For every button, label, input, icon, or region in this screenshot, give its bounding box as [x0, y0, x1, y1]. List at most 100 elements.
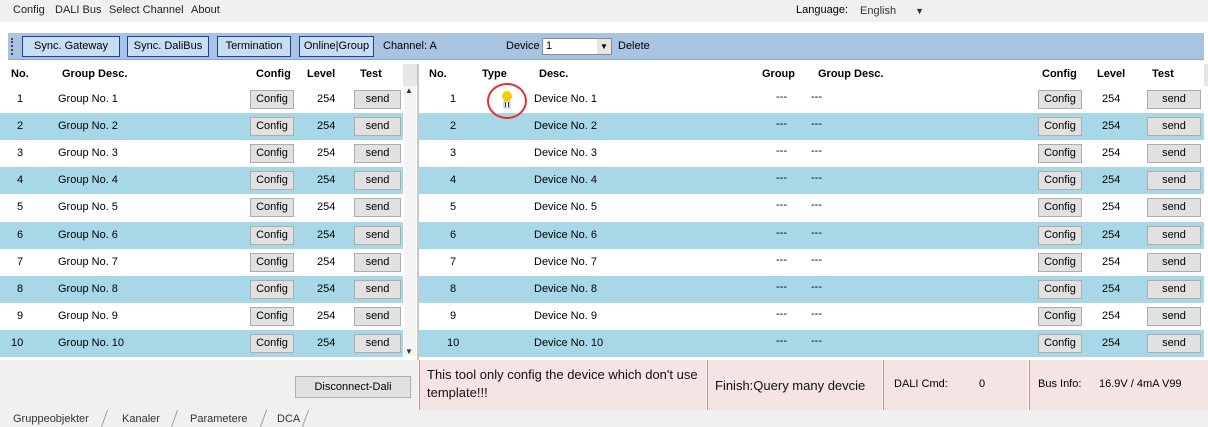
device-config-button[interactable]: Config — [1038, 171, 1082, 190]
device-table-row[interactable]: 10 Device No. 10 --- --- Config 254 send — [419, 330, 1204, 357]
device-send-button[interactable]: send — [1147, 171, 1201, 190]
device-row-desc: Device No. 6 — [534, 229, 597, 241]
tab-kanaler[interactable]: Kanaler — [122, 413, 160, 425]
device-config-button[interactable]: Config — [1038, 280, 1082, 299]
device-send-button[interactable]: send — [1147, 117, 1201, 136]
group-send-button[interactable]: send — [354, 307, 401, 326]
group-config-button[interactable]: Config — [250, 171, 294, 190]
device-send-button[interactable]: send — [1147, 253, 1201, 272]
tab-gruppeobjekter[interactable]: Gruppeobjekter — [13, 413, 89, 425]
device-send-button[interactable]: send — [1147, 307, 1201, 326]
termination-button[interactable]: Termination — [217, 36, 291, 57]
tab-separator — [100, 410, 109, 427]
group-config-button[interactable]: Config — [250, 90, 294, 109]
group-table-row[interactable]: 8 Group No. 8 Config 254 send — [0, 276, 403, 303]
group-send-button[interactable]: send — [354, 144, 401, 163]
tab-dca[interactable]: DCA — [277, 413, 300, 425]
device-table-row[interactable]: 7 Device No. 7 --- --- Config 254 send — [419, 249, 1204, 276]
group-config-button[interactable]: Config — [250, 334, 294, 353]
device-config-button[interactable]: Config — [1038, 198, 1082, 217]
delete-button[interactable]: Delete — [618, 40, 650, 52]
group-table-row[interactable]: 9 Group No. 9 Config 254 send — [0, 303, 403, 330]
finish-status: Finish:Query many devcie — [715, 378, 866, 393]
device-config-button[interactable]: Config — [1038, 226, 1082, 245]
menu-dali-bus[interactable]: DALI Bus — [55, 4, 101, 16]
group-config-button[interactable]: Config — [250, 198, 294, 217]
chevron-down-icon: ▼ — [915, 6, 924, 16]
group-table-row[interactable]: 10 Group No. 10 Config 254 send — [0, 330, 403, 357]
scroll-down-icon[interactable]: ▼ — [405, 347, 413, 356]
scroll-up-icon[interactable]: ▲ — [405, 86, 413, 95]
group-send-button[interactable]: send — [354, 198, 401, 217]
device-send-button[interactable]: send — [1147, 90, 1201, 109]
device-row-level: 254 — [1102, 120, 1121, 132]
device-table-row[interactable]: 9 Device No. 9 --- --- Config 254 send — [419, 303, 1204, 330]
menu-select-channel[interactable]: Select Channel — [109, 4, 184, 16]
group-config-button[interactable]: Config — [250, 253, 294, 272]
device-table-row[interactable]: 8 Device No. 8 --- --- Config 254 send — [419, 276, 1204, 303]
group-config-button[interactable]: Config — [250, 226, 294, 245]
group-send-button[interactable]: send — [354, 226, 401, 245]
group-table-row[interactable]: 2 Group No. 2 Config 254 send — [0, 113, 403, 140]
group-table-row[interactable]: 4 Group No. 4 Config 254 send — [0, 167, 403, 194]
device-send-button[interactable]: send — [1147, 280, 1201, 299]
device-config-button[interactable]: Config — [1038, 90, 1082, 109]
disconnect-dali-button[interactable]: Disconnect-Dali — [295, 376, 411, 398]
device-row-group-desc: --- — [811, 118, 822, 130]
group-table-row[interactable]: 7 Group No. 7 Config 254 send — [0, 249, 403, 276]
device-row-level: 254 — [1102, 310, 1121, 322]
toolbar-grip-icon[interactable] — [11, 38, 14, 55]
tab-parametere[interactable]: Parametere — [190, 413, 247, 425]
device-table-row[interactable]: 5 Device No. 5 --- --- Config 254 send — [419, 194, 1204, 221]
device-config-button[interactable]: Config — [1038, 144, 1082, 163]
device-row-no: 5 — [450, 201, 457, 213]
device-table-row[interactable]: 6 Device No. 6 --- --- Config 254 send — [419, 222, 1204, 249]
group-config-button[interactable]: Config — [250, 117, 294, 136]
device-config-button[interactable]: Config — [1038, 253, 1082, 272]
online-group-button[interactable]: Online|Group — [299, 36, 374, 57]
device-row-group-desc: --- — [811, 145, 822, 157]
group-send-button[interactable]: send — [354, 117, 401, 136]
group-send-button[interactable]: send — [354, 253, 401, 272]
group-config-button[interactable]: Config — [250, 144, 294, 163]
group-col-level: Level — [307, 68, 336, 80]
device-col-config: Config — [1042, 68, 1077, 80]
device-send-button[interactable]: send — [1147, 198, 1201, 217]
device-send-button[interactable]: send — [1147, 226, 1201, 245]
device-row-level: 254 — [1102, 201, 1121, 213]
device-row-group-desc: --- — [811, 199, 822, 211]
group-scrollbar[interactable]: ▲ ▼ — [404, 86, 416, 356]
device-config-button[interactable]: Config — [1038, 307, 1082, 326]
sync-gateway-button[interactable]: Sync. Gateway — [22, 36, 120, 57]
group-table-row[interactable]: 6 Group No. 6 Config 254 send — [0, 222, 403, 249]
device-config-button[interactable]: Config — [1038, 117, 1082, 136]
group-row-level: 254 — [317, 256, 336, 268]
menu-about[interactable]: About — [191, 4, 220, 16]
sync-dalibus-button[interactable]: Sync. DaliBus — [127, 36, 209, 57]
device-table-row[interactable]: 3 Device No. 3 --- --- Config 254 send — [419, 140, 1204, 167]
group-row-desc: Group No. 4 — [58, 174, 118, 186]
group-config-button[interactable]: Config — [250, 307, 294, 326]
device-select[interactable]: 1 ▼ — [542, 38, 612, 55]
device-table-row[interactable]: 4 Device No. 4 --- --- Config 254 send — [419, 167, 1204, 194]
device-send-button[interactable]: send — [1147, 334, 1201, 353]
group-send-button[interactable]: send — [354, 334, 401, 353]
group-table-row[interactable]: 3 Group No. 3 Config 254 send — [0, 140, 403, 167]
group-send-button[interactable]: send — [354, 280, 401, 299]
device-send-button[interactable]: send — [1147, 144, 1201, 163]
device-col-test: Test — [1152, 68, 1174, 80]
group-table-row[interactable]: 1 Group No. 1 Config 254 send — [0, 86, 403, 113]
device-row-desc: Device No. 8 — [534, 283, 597, 295]
menu-config[interactable]: Config — [13, 4, 45, 16]
group-row-level: 254 — [317, 337, 336, 349]
group-send-button[interactable]: send — [354, 171, 401, 190]
device-table-row[interactable]: 1 Device No. 1 --- --- Config 254 send — [419, 86, 1204, 113]
device-row-group: --- — [776, 254, 787, 266]
group-config-button[interactable]: Config — [250, 280, 294, 299]
group-send-button[interactable]: send — [354, 90, 401, 109]
group-table-row[interactable]: 5 Group No. 5 Config 254 send — [0, 194, 403, 221]
panel-divider[interactable] — [417, 64, 419, 360]
language-select[interactable]: English ▼ — [856, 3, 932, 20]
device-table-row[interactable]: 2 Device No. 2 --- --- Config 254 send — [419, 113, 1204, 140]
device-config-button[interactable]: Config — [1038, 334, 1082, 353]
